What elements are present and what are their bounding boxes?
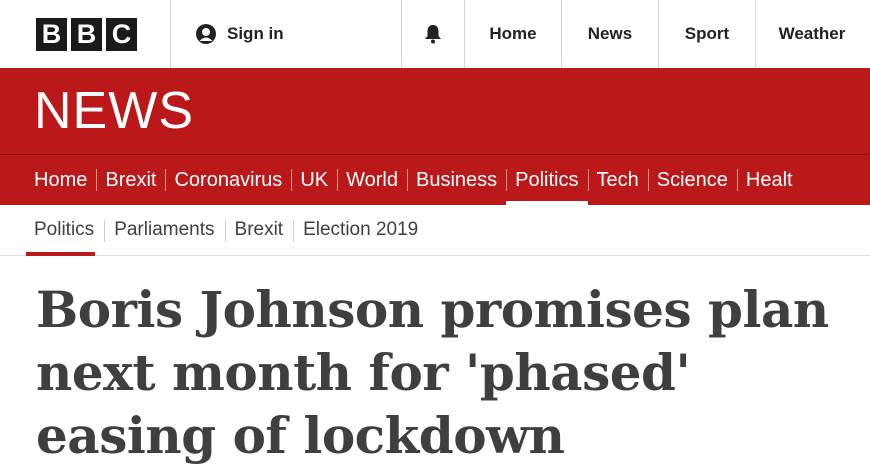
- logo-letter-b2: B: [71, 17, 102, 51]
- bbc-logo[interactable]: B B C: [0, 0, 171, 68]
- section-nav-tech[interactable]: Tech: [587, 155, 648, 205]
- section-nav-politics[interactable]: Politics: [506, 155, 588, 205]
- notifications-button[interactable]: [402, 0, 465, 68]
- top-nav-home[interactable]: Home: [465, 0, 562, 68]
- article-headline: Boris Johnson promises plan next month f…: [36, 280, 829, 465]
- sub-nav: Politics Parliaments Brexit Election 201…: [0, 205, 870, 256]
- sign-in-label: Sign in: [227, 24, 284, 43]
- logo-letter-c: C: [106, 17, 137, 51]
- top-nav: Home News Sport Weather: [465, 0, 868, 68]
- section-nav-world[interactable]: World: [337, 155, 407, 205]
- section-nav-brexit[interactable]: Brexit: [96, 155, 165, 205]
- top-bar: B B C Sign in Home News Sport Weather: [0, 0, 870, 68]
- top-nav-news[interactable]: News: [562, 0, 659, 68]
- bell-icon: [425, 25, 441, 44]
- section-nav-science[interactable]: Science: [647, 155, 737, 205]
- user-icon: [196, 24, 216, 44]
- sub-nav-parliaments[interactable]: Parliaments: [104, 205, 224, 255]
- section-nav-health[interactable]: Healt: [736, 155, 802, 205]
- section-nav: Home Brexit Coronavirus UK World Busines…: [0, 154, 870, 205]
- section-nav-coronavirus[interactable]: Coronavirus: [165, 155, 291, 205]
- logo-letter-b1: B: [36, 17, 67, 51]
- news-title[interactable]: NEWS: [34, 81, 194, 141]
- sub-nav-brexit[interactable]: Brexit: [224, 205, 294, 255]
- news-banner: NEWS: [0, 68, 870, 154]
- section-nav-business[interactable]: Business: [406, 155, 506, 205]
- section-nav-uk[interactable]: UK: [291, 155, 337, 205]
- top-nav-weather[interactable]: Weather: [756, 0, 868, 68]
- sub-nav-politics[interactable]: Politics: [25, 205, 104, 256]
- sign-in-button[interactable]: Sign in: [171, 0, 402, 68]
- top-nav-sport[interactable]: Sport: [659, 0, 756, 68]
- sub-nav-election-2019[interactable]: Election 2019: [293, 205, 428, 255]
- section-nav-home[interactable]: Home: [34, 155, 96, 205]
